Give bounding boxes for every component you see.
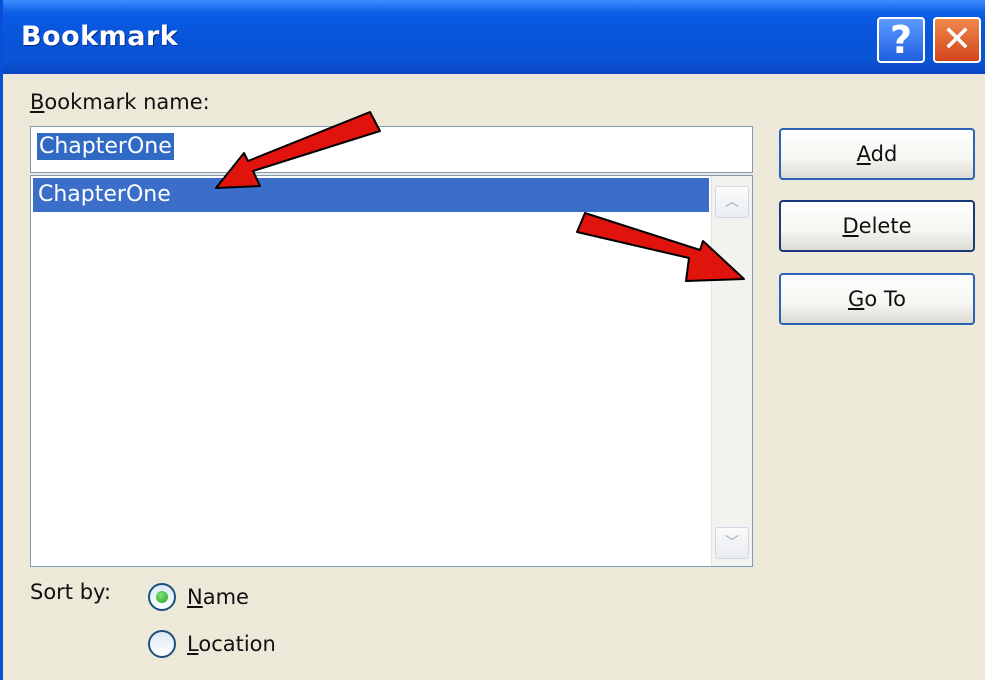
arrow-to-list-item-icon [215,111,381,189]
arrow-to-go-to-button-icon [576,212,745,282]
annotation-arrows [215,111,745,282]
bookmark-dialog: Bookmark ? ✕ Bookmark name: ChapterOne C… [0,0,985,680]
